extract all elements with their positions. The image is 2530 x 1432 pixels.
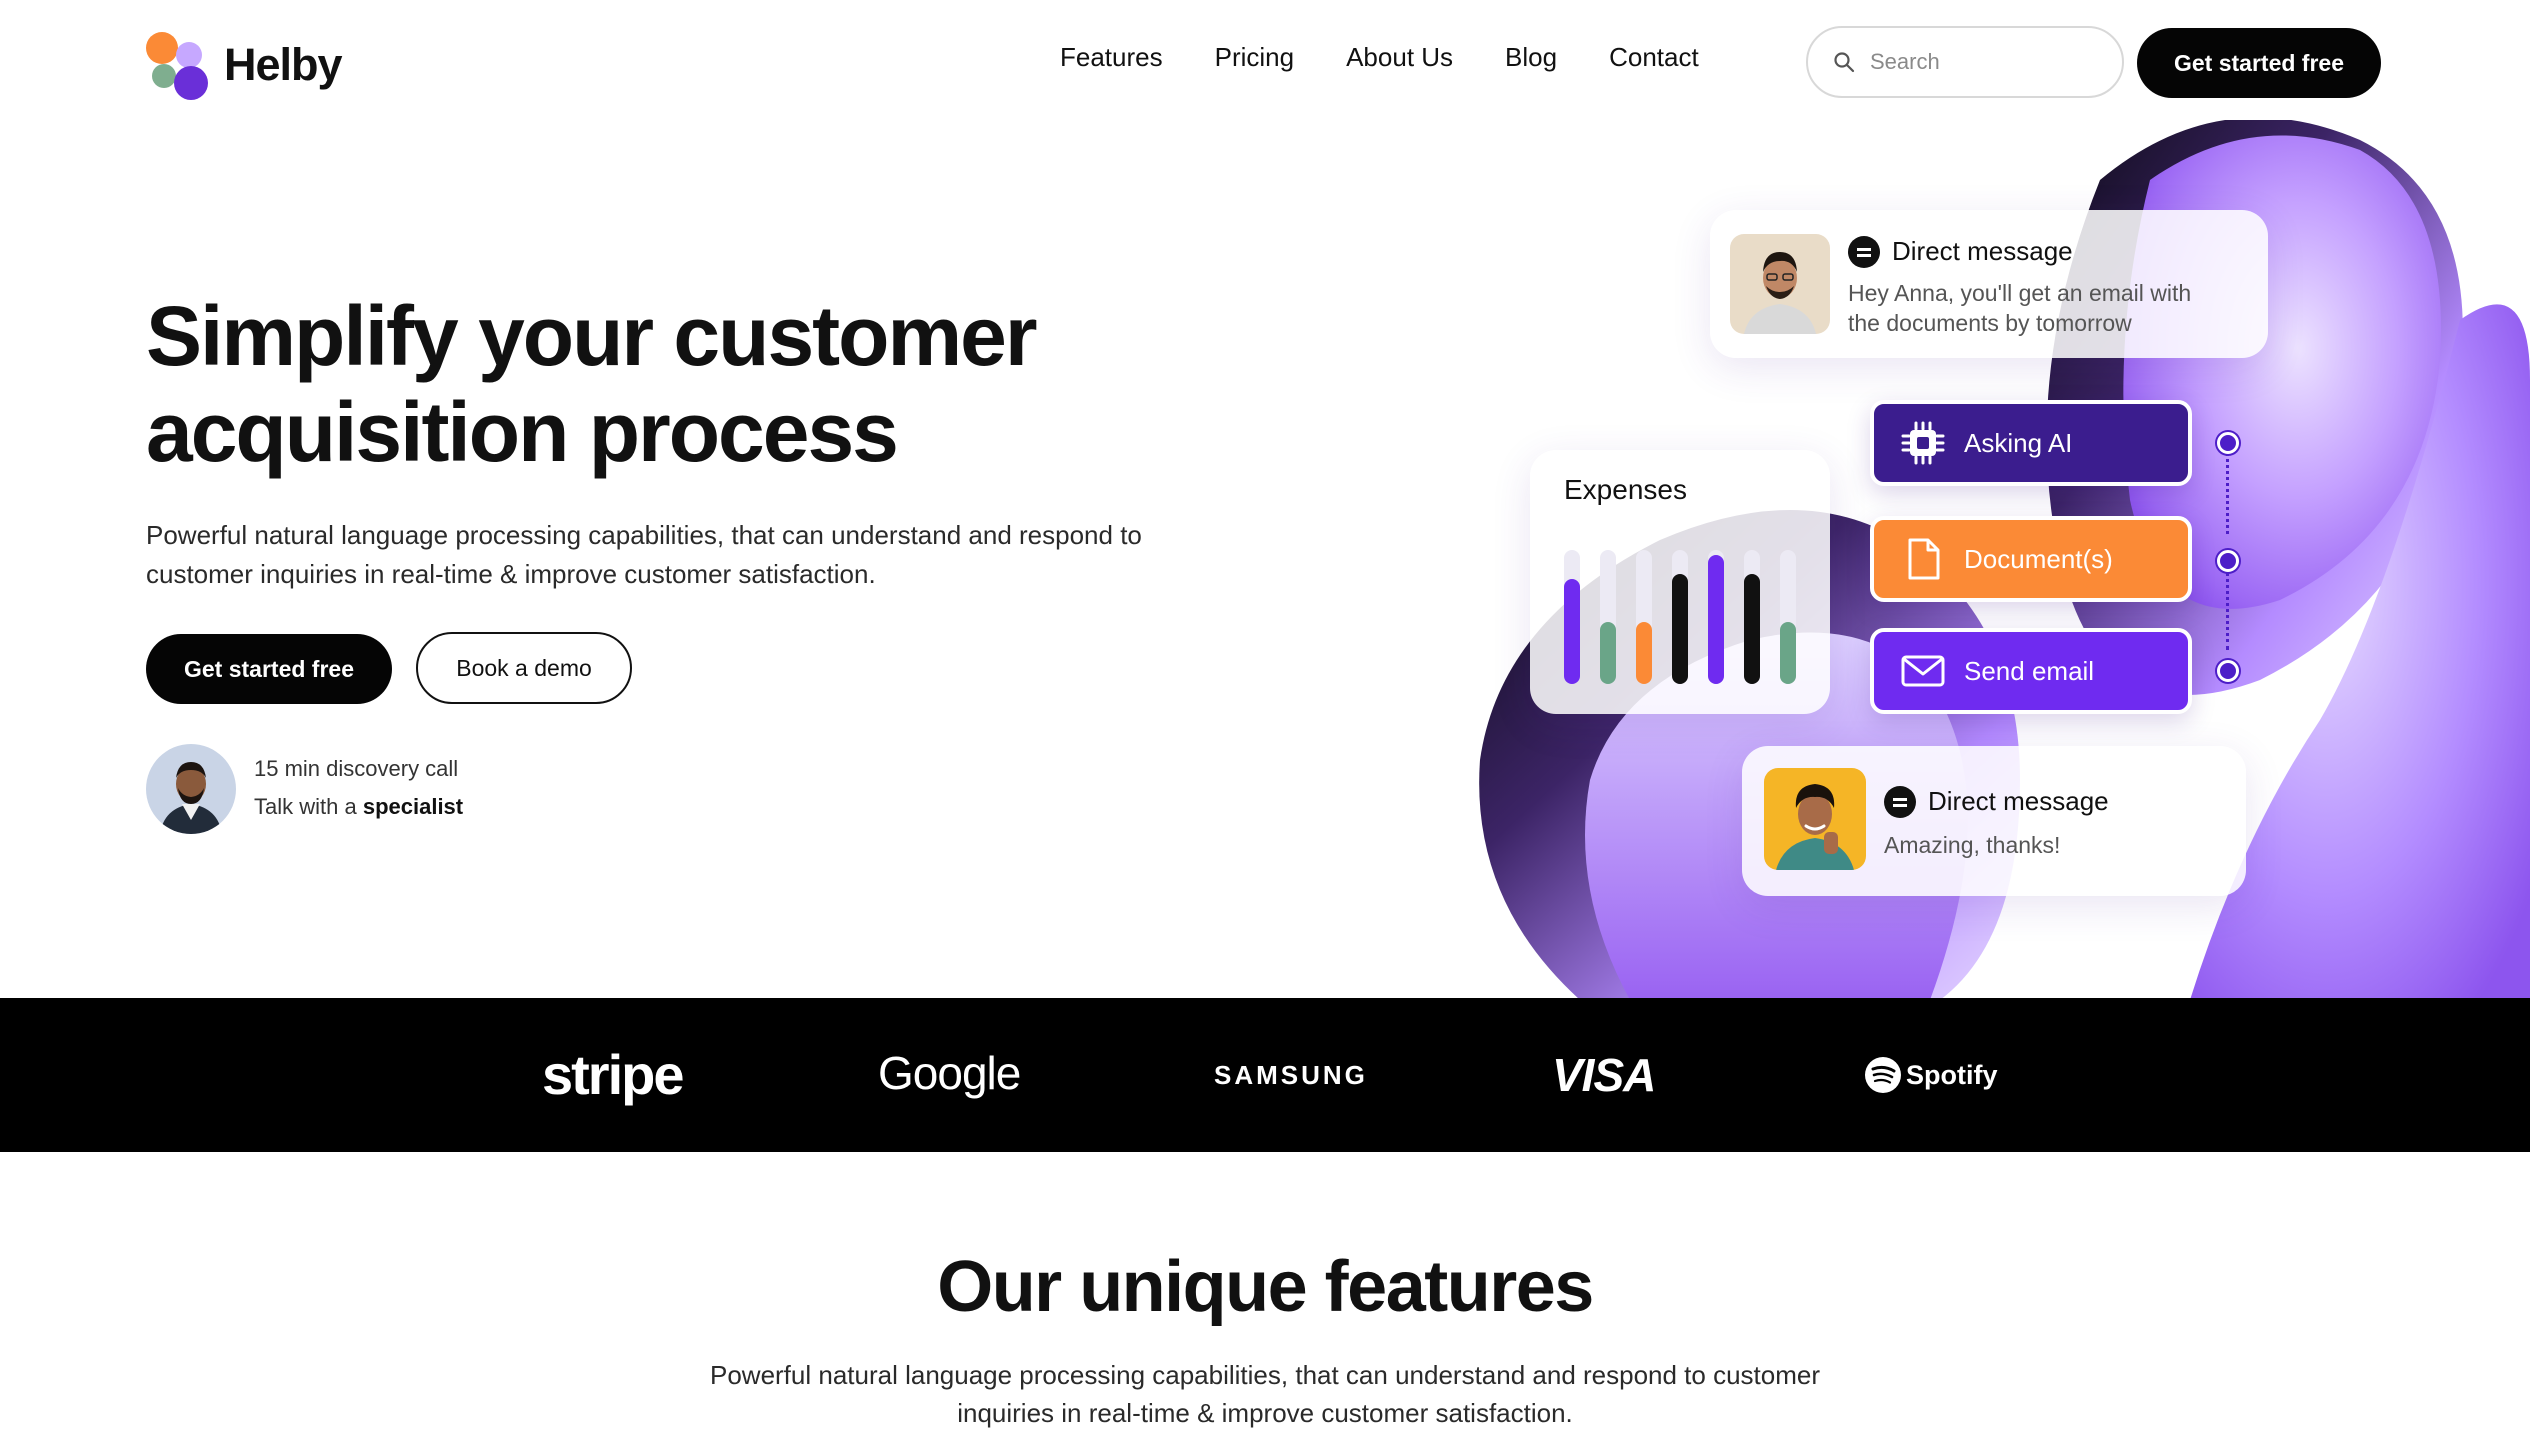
discovery-call-text: 15 min discovery call (254, 756, 459, 781)
expense-bar (1780, 622, 1796, 684)
nav-link-contact[interactable]: Contact (1609, 42, 1699, 73)
step-documents-label: Document(s) (1964, 543, 2113, 574)
hero-subtitle: Powerful natural language processing cap… (146, 516, 1196, 594)
direct-message-card-1: Direct message Hey Anna, you'll get an e… (1710, 210, 2268, 358)
chat-icon (1848, 236, 1880, 268)
search-input[interactable] (1868, 48, 2102, 76)
nav-link-about-us[interactable]: About Us (1346, 42, 1453, 73)
spotify-logo: Spotify (1864, 1056, 1998, 1094)
dm1-title: Direct message (1892, 236, 2073, 266)
chat-icon (1884, 786, 1916, 818)
dm2-text: Amazing, thanks! (1884, 832, 2061, 858)
dm1-text-line-1: Hey Anna, you'll get an email with (1848, 280, 2192, 306)
step-asking-ai: Asking AI (1870, 400, 2192, 486)
expenses-card: Expenses (1530, 450, 1830, 714)
search-box[interactable] (1806, 26, 2124, 98)
expense-bar (1600, 622, 1616, 684)
connector-line-2 (2226, 560, 2229, 650)
expense-bar (1636, 622, 1652, 684)
hero-subtitle-line-2: customer inquiries in real-time & improv… (146, 559, 876, 589)
features-subtitle-line-1: Powerful natural language processing cap… (709, 1360, 1821, 1390)
spotify-wordmark: Spotify (1906, 1059, 1998, 1090)
expense-bar (1564, 579, 1580, 684)
partner-logos-strip: stripe Google SAMSUNG VISA Spotify (0, 998, 2530, 1152)
hero-title-line-1: Simplify your customer (146, 289, 1038, 383)
talk-prefix: Talk with a (254, 794, 357, 819)
dm1-avatar (1730, 234, 1830, 334)
dm2-avatar (1764, 768, 1866, 870)
specialist-avatar (146, 744, 236, 834)
book-demo-button[interactable]: Book a demo (416, 632, 632, 704)
visa-logo: VISA (1552, 1049, 1656, 1101)
hero-get-started-button[interactable]: Get started free (146, 634, 392, 704)
expenses-title: Expenses (1564, 474, 1687, 505)
samsung-logo: SAMSUNG (1214, 1060, 1368, 1090)
nav-link-pricing[interactable]: Pricing (1215, 42, 1294, 73)
mail-icon (1901, 655, 1945, 687)
nav-get-started-button[interactable]: Get started free (2137, 28, 2381, 98)
step-dot-2 (2217, 550, 2239, 572)
talk-specialist-text: Talk with a specialist (254, 794, 463, 820)
step-asking-ai-label: Asking AI (1964, 427, 2073, 458)
chip-icon (1901, 421, 1945, 465)
logo-mark-icon (146, 30, 218, 100)
hero-title-line-2: acquisition process (146, 385, 899, 479)
search-icon (1834, 52, 1855, 73)
nav-link-blog[interactable]: Blog (1505, 42, 1557, 73)
logo-text: Helby (224, 39, 343, 90)
hero-title: Simplify your customer acquisition proce… (146, 288, 1246, 480)
features-title: Our unique features (937, 1247, 1594, 1327)
expense-bar (1744, 574, 1760, 684)
hero-illustration: Direct message Hey Anna, you'll get an e… (1460, 120, 2530, 1000)
step-documents: Document(s) (1870, 516, 2192, 602)
stripe-logo: stripe (542, 1043, 684, 1106)
logo[interactable]: Helby (146, 30, 343, 100)
dm1-text: Hey Anna, you'll get an email with the d… (1848, 278, 2191, 338)
talk-specialist-bold: specialist (362, 794, 464, 819)
nav-link-features[interactable]: Features (1060, 42, 1163, 73)
expense-bar (1672, 574, 1688, 684)
expense-bar (1708, 555, 1724, 684)
hero-subtitle-line-1: Powerful natural language processing cap… (146, 520, 1142, 550)
dm2-title: Direct message (1928, 786, 2109, 816)
direct-message-card-2: Direct message Amazing, thanks! (1742, 746, 2246, 896)
step-send-email-label: Send email (1964, 655, 2095, 686)
step-dot-1 (2217, 432, 2239, 454)
connector-line-1 (2226, 442, 2229, 534)
dm1-text-line-2: the documents by tomorrow (1848, 310, 2132, 336)
step-send-email: Send email (1870, 628, 2192, 714)
google-logo: Google (878, 1047, 1021, 1099)
features-subtitle: Powerful natural language processing cap… (690, 1356, 1840, 1432)
document-icon (1908, 538, 1940, 580)
spotify-icon (1865, 1057, 1901, 1093)
step-dot-3 (2217, 660, 2239, 682)
main-nav: Features Pricing About Us Blog Contact (1060, 42, 1751, 73)
